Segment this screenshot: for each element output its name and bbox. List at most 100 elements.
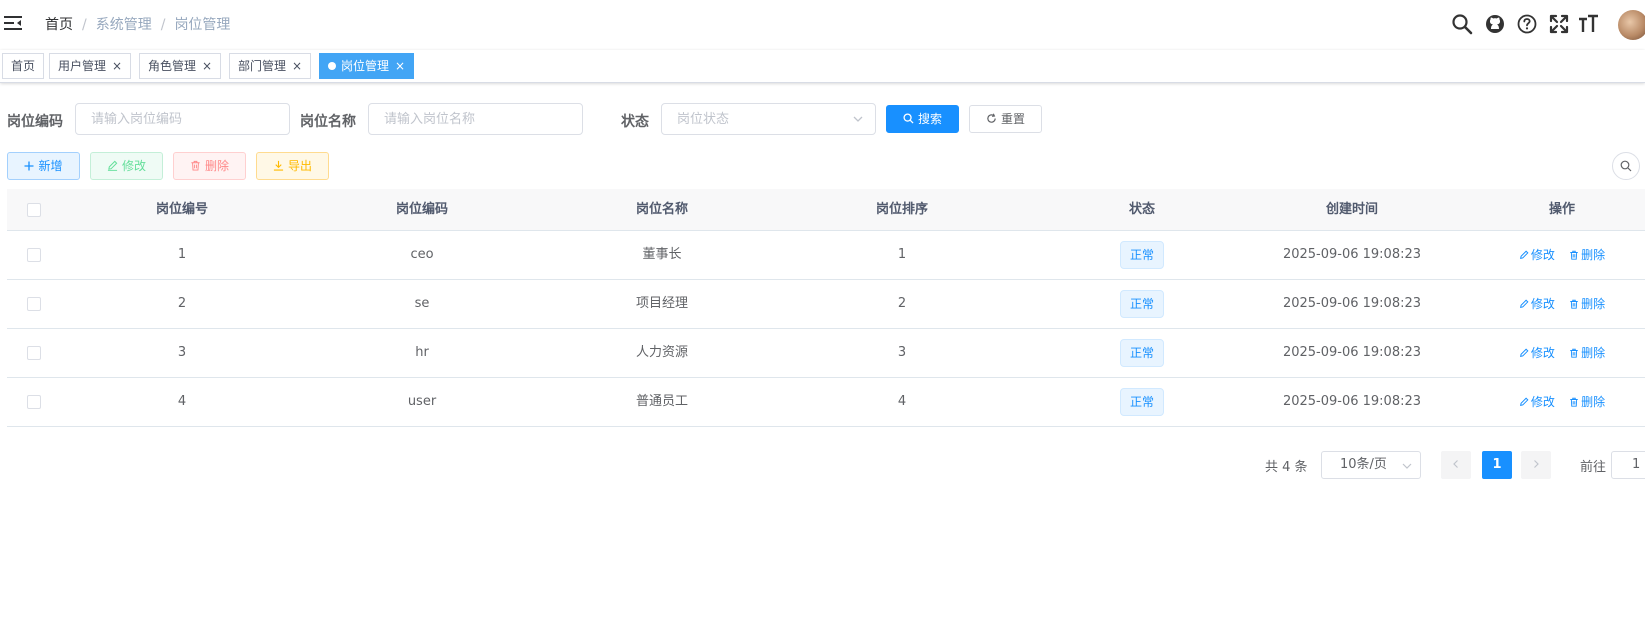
post-code-label: 岗位编码: [7, 114, 63, 130]
refresh-icon: [987, 113, 996, 123]
cell-name: 董事长: [642, 247, 682, 262]
chevron-down-icon: [853, 116, 863, 122]
question-icon[interactable]: [1515, 12, 1539, 36]
select-all-checkbox[interactable]: [27, 203, 41, 217]
close-icon[interactable]: ×: [202, 59, 212, 73]
pagination-total: 共 4 条: [1265, 460, 1308, 475]
table-header: 岗位编号 岗位编码 岗位名称 岗位排序 状态 创建时间 操作: [7, 189, 1645, 231]
next-page-button[interactable]: [1521, 451, 1551, 479]
edit-icon: [1519, 397, 1529, 406]
fullscreen-icon[interactable]: [1547, 12, 1571, 36]
delete-button-label: 删除: [204, 159, 229, 173]
right-menu: [1450, 10, 1645, 40]
row-delete-link[interactable]: 删除: [1569, 297, 1605, 311]
tags-view: 首页 用户管理 × 角色管理 × 部门管理 × 岗位管理 ×: [0, 50, 1645, 83]
row-checkbox[interactable]: [27, 346, 41, 360]
column-header: 岗位编码: [395, 202, 448, 217]
table-row[interactable]: 1 ceo 董事长 1 正常 2025-09-06 19:08:23 修改 删除: [7, 231, 1645, 280]
navbar: 首页 / 系统管理 / 岗位管理: [0, 0, 1645, 50]
row-checkbox[interactable]: [27, 395, 41, 409]
post-name-input[interactable]: [368, 103, 583, 135]
tag-label: 岗位管理: [341, 59, 390, 73]
cell-id: 1: [177, 247, 187, 262]
cell-actions: 修改 删除: [1442, 378, 1645, 426]
status-select[interactable]: [661, 103, 876, 135]
breadcrumb-home[interactable]: 首页: [45, 14, 73, 34]
delete-button[interactable]: 删除: [173, 152, 246, 180]
cell-code: user: [407, 394, 437, 409]
tag-dept-management[interactable]: 部门管理 ×: [229, 53, 312, 79]
tag-user-management[interactable]: 用户管理 ×: [49, 53, 132, 79]
breadcrumb-separator: /: [82, 17, 87, 33]
cell-created: 2025-09-06 19:08:23: [1282, 394, 1422, 409]
post-name-label: 岗位名称: [300, 114, 356, 130]
tag-post-management[interactable]: 岗位管理 ×: [319, 53, 415, 79]
row-edit-link[interactable]: 修改: [1519, 395, 1555, 409]
column-header: 操作: [1548, 202, 1575, 217]
plus-icon: [24, 161, 34, 170]
row-edit-label: 修改: [1530, 297, 1555, 311]
row-delete-label: 删除: [1581, 395, 1606, 409]
export-button[interactable]: 导出: [256, 152, 329, 180]
search-icon[interactable]: [1450, 12, 1474, 36]
close-icon[interactable]: ×: [112, 59, 122, 73]
goto-label: 前往: [1580, 460, 1607, 475]
delete-icon: [1570, 299, 1578, 309]
toggle-search-button[interactable]: [1612, 152, 1640, 180]
column-header: 岗位排序: [875, 202, 928, 217]
page-size-select[interactable]: 10条/页: [1321, 451, 1421, 479]
reset-button[interactable]: 重置: [969, 105, 1042, 133]
table-row[interactable]: 2 se 项目经理 2 正常 2025-09-06 19:08:23 修改 删除: [7, 280, 1645, 329]
cell-name: 项目经理: [635, 296, 688, 311]
column-header: 岗位名称: [635, 202, 688, 217]
search-icon: [1620, 160, 1632, 172]
breadcrumb-system: 系统管理: [95, 17, 152, 33]
add-button[interactable]: 新增: [7, 152, 80, 180]
delete-icon: [1570, 348, 1578, 358]
cell-id: 2: [177, 296, 187, 311]
row-checkbox[interactable]: [27, 248, 41, 262]
row-delete-link[interactable]: 删除: [1569, 248, 1605, 262]
cell-created: 2025-09-06 19:08:23: [1282, 345, 1422, 360]
tag-home[interactable]: 首页: [2, 53, 45, 79]
search-button-label: 搜索: [917, 112, 942, 126]
github-icon[interactable]: [1483, 12, 1507, 36]
row-edit-link[interactable]: 修改: [1519, 248, 1555, 262]
close-icon[interactable]: ×: [395, 59, 405, 73]
chevron-right-icon: [1534, 460, 1539, 468]
cell-id: 4: [177, 394, 187, 409]
tag-role-management[interactable]: 角色管理 ×: [139, 53, 222, 79]
search-button[interactable]: 搜索: [886, 105, 959, 133]
edit-button[interactable]: 修改: [90, 152, 163, 180]
column-header: 创建时间: [1325, 202, 1378, 217]
cell-created: 2025-09-06 19:08:23: [1282, 247, 1422, 262]
row-delete-link[interactable]: 删除: [1569, 395, 1605, 409]
row-edit-link[interactable]: 修改: [1519, 346, 1555, 360]
avatar[interactable]: [1618, 10, 1645, 40]
row-edit-link[interactable]: 修改: [1519, 297, 1555, 311]
cell-sort: 3: [897, 345, 907, 360]
row-checkbox[interactable]: [27, 297, 41, 311]
download-icon: [273, 160, 284, 171]
breadcrumb: 首页 / 系统管理 / 岗位管理: [45, 14, 230, 34]
page-number-button[interactable]: 1: [1482, 451, 1512, 479]
goto-page-input[interactable]: 1: [1611, 451, 1645, 479]
hamburger-icon[interactable]: [4, 15, 22, 31]
prev-page-button[interactable]: [1441, 451, 1471, 479]
cell-code: hr: [415, 345, 429, 360]
tag-label: 用户管理: [58, 59, 107, 73]
active-dot-icon: [328, 61, 336, 70]
table-row[interactable]: 3 hr 人力资源 3 正常 2025-09-06 19:08:23 修改 删除: [7, 329, 1645, 378]
delete-icon: [1570, 397, 1578, 407]
post-code-input[interactable]: [75, 103, 290, 135]
cell-sort: 4: [897, 394, 907, 409]
status-badge: 正常: [1119, 387, 1164, 416]
cell-actions: 修改 删除: [1442, 231, 1645, 279]
status-badge: 正常: [1119, 338, 1164, 367]
cell-created: 2025-09-06 19:08:23: [1282, 296, 1422, 311]
row-delete-link[interactable]: 删除: [1569, 346, 1605, 360]
close-icon[interactable]: ×: [292, 59, 302, 73]
row-edit-label: 修改: [1530, 395, 1555, 409]
table-row[interactable]: 4 user 普通员工 4 正常 2025-09-06 19:08:23 修改 …: [7, 378, 1645, 427]
font-size-icon[interactable]: [1576, 12, 1600, 36]
